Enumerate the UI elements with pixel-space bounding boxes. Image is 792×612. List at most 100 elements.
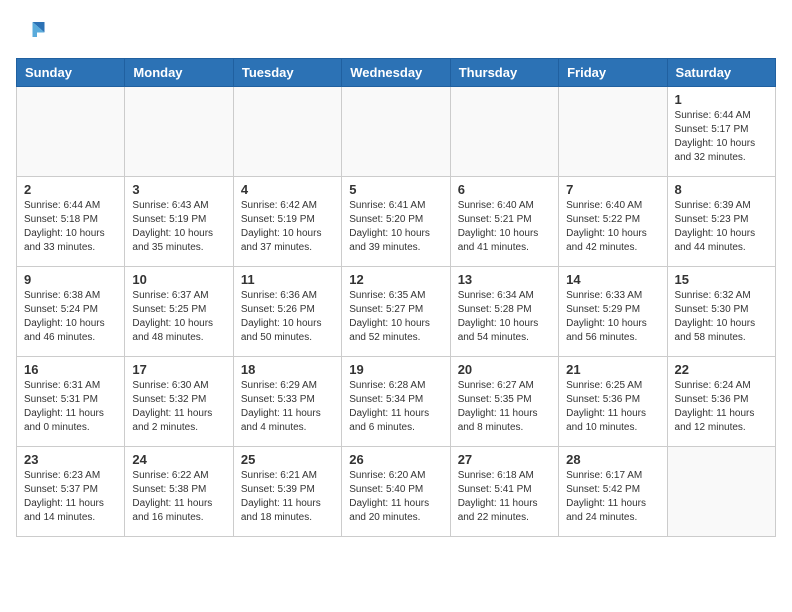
page-header — [16, 16, 776, 46]
calendar-cell — [450, 87, 558, 177]
day-number: 18 — [241, 362, 334, 377]
calendar-cell: 24 Sunrise: 6:22 AM Sunset: 5:38 PM Dayli… — [125, 447, 233, 537]
calendar-cell — [17, 87, 125, 177]
weekday-header-row: SundayMondayTuesdayWednesdayThursdayFrid… — [17, 59, 776, 87]
calendar-cell — [559, 87, 667, 177]
day-number: 6 — [458, 182, 551, 197]
weekday-header-thursday: Thursday — [450, 59, 558, 87]
day-number: 23 — [24, 452, 117, 467]
calendar-cell: 5 Sunrise: 6:41 AM Sunset: 5:20 PM Daylig… — [342, 177, 450, 267]
calendar-cell — [125, 87, 233, 177]
calendar-cell: 28Sunrise: 6:17 AM Sunset: 5:42 PM Dayli… — [559, 447, 667, 537]
calendar-table: SundayMondayTuesdayWednesdayThursdayFrid… — [16, 58, 776, 537]
day-info: Sunrise: 6:28 AM Sunset: 5:34 PM Dayligh… — [349, 379, 442, 435]
calendar-cell: 11 Sunrise: 6:36 AM Sunset: 5:26 PM Dayli… — [233, 267, 341, 357]
day-number: 17 — [132, 362, 225, 377]
day-number: 22 — [675, 362, 768, 377]
calendar-week-4: 23 Sunrise: 6:23 AM Sunset: 5:37 PM Dayli… — [17, 447, 776, 537]
weekday-header-wednesday: Wednesday — [342, 59, 450, 87]
weekday-header-friday: Friday — [559, 59, 667, 87]
calendar-cell: 19 Sunrise: 6:28 AM Sunset: 5:34 PM Dayli… — [342, 357, 450, 447]
day-info: Sunrise: 6:41 AM Sunset: 5:20 PM Dayligh… — [349, 199, 442, 255]
calendar-cell: 6 Sunrise: 6:40 AM Sunset: 5:21 PM Daylig… — [450, 177, 558, 267]
calendar-cell: 17 Sunrise: 6:30 AM Sunset: 5:32 PM Dayli… — [125, 357, 233, 447]
day-number: 27 — [458, 452, 551, 467]
calendar-cell: 13 Sunrise: 6:34 AM Sunset: 5:28 PM Dayli… — [450, 267, 558, 357]
day-info: Sunrise: 6:33 AM Sunset: 5:29 PM Dayligh… — [566, 289, 659, 345]
day-number: 3 — [132, 182, 225, 197]
day-number: 15 — [675, 272, 768, 287]
day-info: Sunrise: 6:21 AM Sunset: 5:39 PM Dayligh… — [241, 469, 334, 525]
day-number: 13 — [458, 272, 551, 287]
day-info: Sunrise: 6:32 AM Sunset: 5:30 PM Dayligh… — [675, 289, 768, 345]
calendar-cell: 18Sunrise: 6:29 AM Sunset: 5:33 PM Dayli… — [233, 357, 341, 447]
calendar-cell: 2 Sunrise: 6:44 AM Sunset: 5:18 PM Daylig… — [17, 177, 125, 267]
calendar-cell: 1 Sunrise: 6:44 AM Sunset: 5:17 PM Daylig… — [667, 87, 775, 177]
day-info: Sunrise: 6:20 AM Sunset: 5:40 PM Dayligh… — [349, 469, 442, 525]
day-info: Sunrise: 6:30 AM Sunset: 5:32 PM Dayligh… — [132, 379, 225, 435]
calendar-cell: 22 Sunrise: 6:24 AM Sunset: 5:36 PM Dayli… — [667, 357, 775, 447]
day-number: 4 — [241, 182, 334, 197]
calendar-cell: 27 Sunrise: 6:18 AM Sunset: 5:41 PM Dayli… — [450, 447, 558, 537]
day-info: Sunrise: 6:18 AM Sunset: 5:41 PM Dayligh… — [458, 469, 551, 525]
calendar-cell: 23 Sunrise: 6:23 AM Sunset: 5:37 PM Dayli… — [17, 447, 125, 537]
weekday-header-sunday: Sunday — [17, 59, 125, 87]
day-number: 9 — [24, 272, 117, 287]
calendar-cell: 16Sunrise: 6:31 AM Sunset: 5:31 PM Dayli… — [17, 357, 125, 447]
day-number: 1 — [675, 92, 768, 107]
day-number: 19 — [349, 362, 442, 377]
day-number: 10 — [132, 272, 225, 287]
day-info: Sunrise: 6:24 AM Sunset: 5:36 PM Dayligh… — [675, 379, 768, 435]
day-number: 26 — [349, 452, 442, 467]
calendar-cell: 26 Sunrise: 6:20 AM Sunset: 5:40 PM Dayli… — [342, 447, 450, 537]
calendar-cell: 9Sunrise: 6:38 AM Sunset: 5:24 PM Daylig… — [17, 267, 125, 357]
calendar-week-3: 16Sunrise: 6:31 AM Sunset: 5:31 PM Dayli… — [17, 357, 776, 447]
day-info: Sunrise: 6:17 AM Sunset: 5:42 PM Dayligh… — [566, 469, 659, 525]
day-info: Sunrise: 6:44 AM Sunset: 5:18 PM Dayligh… — [24, 199, 117, 255]
weekday-header-saturday: Saturday — [667, 59, 775, 87]
day-info: Sunrise: 6:42 AM Sunset: 5:19 PM Dayligh… — [241, 199, 334, 255]
calendar-cell: 20 Sunrise: 6:27 AM Sunset: 5:35 PM Dayli… — [450, 357, 558, 447]
calendar-cell: 8Sunrise: 6:39 AM Sunset: 5:23 PM Daylig… — [667, 177, 775, 267]
day-info: Sunrise: 6:34 AM Sunset: 5:28 PM Dayligh… — [458, 289, 551, 345]
weekday-header-monday: Monday — [125, 59, 233, 87]
calendar-cell: 7 Sunrise: 6:40 AM Sunset: 5:22 PM Daylig… — [559, 177, 667, 267]
logo — [16, 16, 50, 46]
calendar-cell: 14 Sunrise: 6:33 AM Sunset: 5:29 PM Dayli… — [559, 267, 667, 357]
day-info: Sunrise: 6:37 AM Sunset: 5:25 PM Dayligh… — [132, 289, 225, 345]
day-info: Sunrise: 6:27 AM Sunset: 5:35 PM Dayligh… — [458, 379, 551, 435]
day-number: 11 — [241, 272, 334, 287]
day-number: 2 — [24, 182, 117, 197]
calendar-cell — [342, 87, 450, 177]
weekday-header-tuesday: Tuesday — [233, 59, 341, 87]
day-number: 16 — [24, 362, 117, 377]
day-info: Sunrise: 6:25 AM Sunset: 5:36 PM Dayligh… — [566, 379, 659, 435]
day-info: Sunrise: 6:43 AM Sunset: 5:19 PM Dayligh… — [132, 199, 225, 255]
day-number: 21 — [566, 362, 659, 377]
day-info: Sunrise: 6:39 AM Sunset: 5:23 PM Dayligh… — [675, 199, 768, 255]
day-info: Sunrise: 6:35 AM Sunset: 5:27 PM Dayligh… — [349, 289, 442, 345]
day-number: 24 — [132, 452, 225, 467]
day-info: Sunrise: 6:23 AM Sunset: 5:37 PM Dayligh… — [24, 469, 117, 525]
calendar-cell: 10 Sunrise: 6:37 AM Sunset: 5:25 PM Dayli… — [125, 267, 233, 357]
calendar-week-1: 2 Sunrise: 6:44 AM Sunset: 5:18 PM Daylig… — [17, 177, 776, 267]
calendar-cell: 21 Sunrise: 6:25 AM Sunset: 5:36 PM Dayli… — [559, 357, 667, 447]
day-info: Sunrise: 6:44 AM Sunset: 5:17 PM Dayligh… — [675, 109, 768, 165]
calendar-cell — [667, 447, 775, 537]
day-number: 5 — [349, 182, 442, 197]
day-info: Sunrise: 6:36 AM Sunset: 5:26 PM Dayligh… — [241, 289, 334, 345]
day-number: 25 — [241, 452, 334, 467]
calendar-cell: 25 Sunrise: 6:21 AM Sunset: 5:39 PM Dayli… — [233, 447, 341, 537]
calendar-cell: 15 Sunrise: 6:32 AM Sunset: 5:30 PM Dayli… — [667, 267, 775, 357]
calendar-cell — [233, 87, 341, 177]
logo-icon — [16, 16, 46, 46]
calendar-week-0: 1 Sunrise: 6:44 AM Sunset: 5:17 PM Daylig… — [17, 87, 776, 177]
day-number: 7 — [566, 182, 659, 197]
day-info: Sunrise: 6:22 AM Sunset: 5:38 PM Dayligh… — [132, 469, 225, 525]
day-info: Sunrise: 6:40 AM Sunset: 5:21 PM Dayligh… — [458, 199, 551, 255]
day-number: 20 — [458, 362, 551, 377]
day-number: 14 — [566, 272, 659, 287]
calendar-week-2: 9Sunrise: 6:38 AM Sunset: 5:24 PM Daylig… — [17, 267, 776, 357]
day-number: 12 — [349, 272, 442, 287]
day-info: Sunrise: 6:40 AM Sunset: 5:22 PM Dayligh… — [566, 199, 659, 255]
